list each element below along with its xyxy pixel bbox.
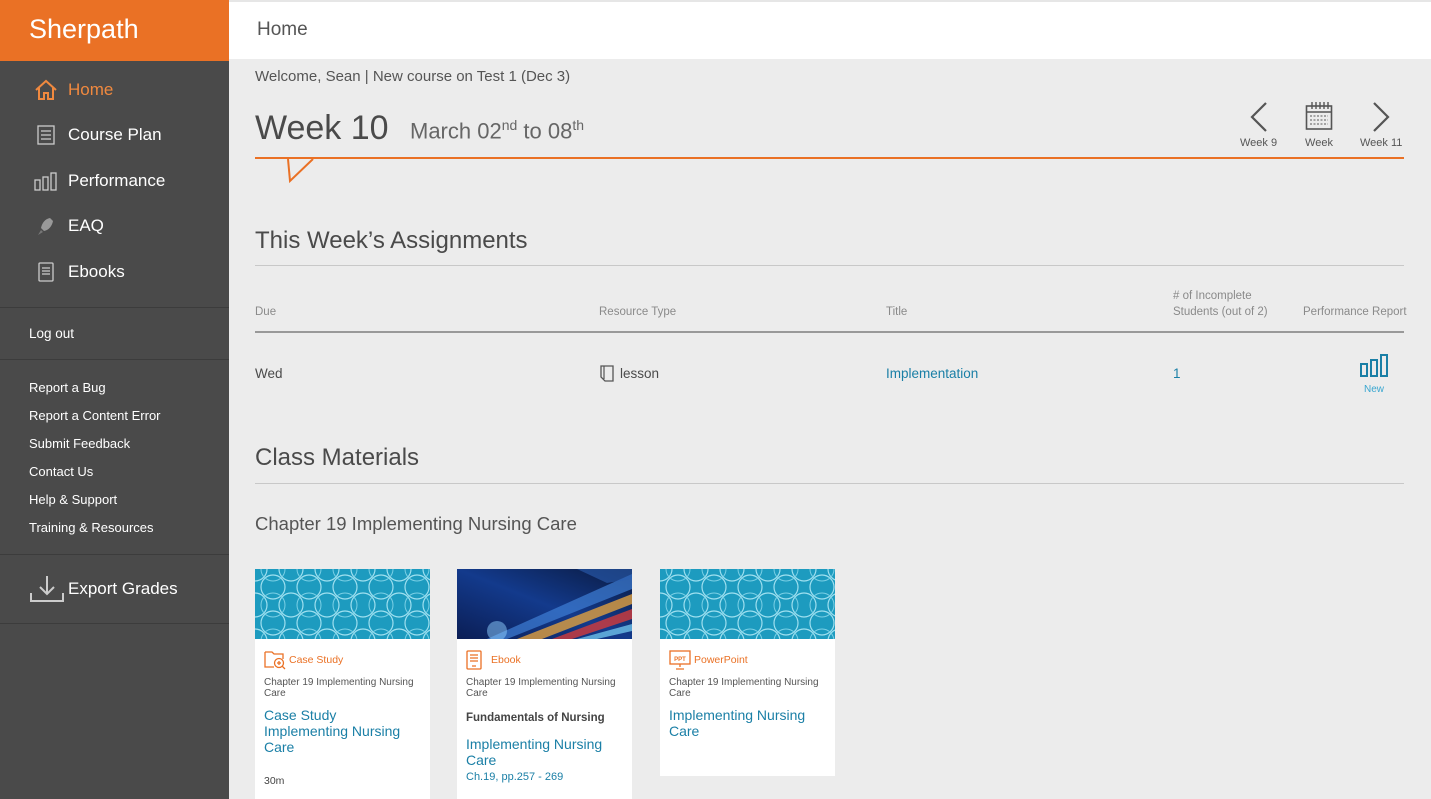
bar-chart-icon — [34, 169, 58, 193]
nav-label-course-plan: Course Plan — [68, 125, 162, 145]
card-type: Ebook — [466, 650, 623, 670]
sidebar-divider — [0, 622, 229, 624]
welcome-text: Welcome, Sean | New course on Test 1 (De… — [255, 68, 571, 85]
performance-report-button[interactable]: New — [1359, 354, 1389, 395]
assignments-heading: This Week’s Assignments — [255, 227, 528, 254]
case-study-icon — [264, 650, 286, 670]
nav-label-home: Home — [68, 79, 114, 99]
contact-us-link[interactable]: Contact Us — [29, 458, 229, 486]
download-icon — [29, 574, 65, 604]
export-grades-label: Export Grades — [68, 578, 178, 598]
submit-feedback-link[interactable]: Submit Feedback — [29, 430, 229, 458]
top-bar: Home — [229, 0, 1431, 59]
week-calendar-button[interactable]: Week — [1305, 101, 1333, 149]
class-materials-heading: Class Materials — [255, 444, 420, 471]
card-thumbnail — [255, 569, 430, 639]
card-title[interactable]: Implementing Nursing Care — [466, 736, 623, 768]
card-chapter: Chapter 19 Implementing Nursing Care — [669, 677, 819, 699]
row-due: Wed — [255, 366, 283, 381]
card-title[interactable]: Implementing Nursing Care — [669, 707, 826, 739]
assignment-title-link[interactable]: Implementation — [886, 366, 978, 381]
chevron-right-icon — [1373, 102, 1390, 132]
nav-label-eaq: EAQ — [68, 216, 104, 236]
chapter-heading: Chapter 19 Implementing Nursing Care — [255, 513, 577, 534]
card-thumbnail — [457, 569, 632, 639]
report-content-error-link[interactable]: Report a Content Error — [29, 402, 229, 430]
incomplete-count-link[interactable]: 1 — [1173, 366, 1181, 381]
nav-item-course-plan[interactable]: Course Plan — [0, 113, 229, 159]
lesson-icon — [600, 365, 614, 382]
week-title: Week 10 — [255, 109, 389, 147]
report-bug-link[interactable]: Report a Bug — [29, 374, 229, 402]
class-materials-rule — [255, 483, 1404, 484]
ppt-icon: PPT — [669, 650, 691, 670]
week-divider-notch — [287, 158, 314, 184]
calendar-icon — [1305, 102, 1333, 130]
week-date-range: March 02nd to 08th — [410, 117, 585, 144]
nav-item-ebooks[interactable]: Ebooks — [0, 249, 229, 295]
next-week-label: Week 11 — [1360, 137, 1403, 149]
sidebar: Sherpath Home Course Plan Performance EA… — [0, 0, 229, 799]
page-title: Home — [257, 19, 308, 40]
assignments-rule — [255, 265, 1404, 266]
card-pages[interactable]: Ch.19, pp.257 - 269 — [466, 771, 623, 783]
chevron-left-icon — [1249, 102, 1267, 132]
material-card-case-study[interactable]: Case Study Chapter 19 Implementing Nursi… — [255, 569, 430, 799]
nav-item-eaq[interactable]: EAQ — [0, 204, 229, 250]
nav-item-home[interactable]: Home — [0, 67, 229, 113]
row-resource-type: lesson — [600, 365, 659, 382]
ebook-icon — [34, 260, 58, 284]
col-incomplete: # of Incomplete Students (out of 2) — [1173, 290, 1268, 318]
bar-chart-icon — [1360, 354, 1388, 377]
card-type: PPT PowerPoint — [669, 650, 826, 670]
table-header-rule — [255, 331, 1404, 333]
svg-text:PPT: PPT — [674, 657, 686, 663]
nav-label-performance: Performance — [68, 170, 166, 190]
card-chapter: Chapter 19 Implementing Nursing Care — [466, 677, 616, 699]
card-type: Case Study — [264, 650, 421, 670]
nav-label-ebooks: Ebooks — [68, 261, 125, 281]
prev-week-label: Week 9 — [1240, 137, 1278, 149]
week-divider — [255, 157, 1404, 159]
col-performance-report: Performance Report — [1303, 306, 1407, 318]
card-duration: 30m — [264, 775, 285, 787]
home-icon — [34, 78, 58, 102]
col-due: Due — [255, 306, 277, 318]
ebook-icon — [466, 650, 488, 670]
next-week-button[interactable]: Week 11 — [1360, 101, 1402, 149]
col-title: Title — [886, 306, 908, 318]
week-calendar-label: Week — [1305, 137, 1333, 149]
material-card-powerpoint[interactable]: PPT PowerPoint Chapter 19 Implementing N… — [660, 569, 835, 776]
support-links: Report a Bug Report a Content Error Subm… — [0, 360, 229, 554]
nav-item-performance[interactable]: Performance — [0, 158, 229, 204]
card-chapter: Chapter 19 Implementing Nursing Care — [264, 677, 414, 699]
new-badge: New — [1363, 384, 1384, 395]
brand-logo[interactable]: Sherpath — [0, 0, 229, 61]
help-support-link[interactable]: Help & Support — [29, 486, 229, 514]
list-icon — [34, 123, 58, 147]
rocket-icon — [34, 214, 58, 238]
card-thumbnail — [660, 569, 835, 639]
main-nav: Home Course Plan Performance EAQ Ebooks — [0, 61, 229, 295]
training-resources-link[interactable]: Training & Resources — [29, 514, 229, 542]
card-book-title: Fundamentals of Nursing — [466, 712, 605, 724]
card-title[interactable]: Case Study Implementing Nursing Care — [264, 707, 421, 755]
prev-week-button[interactable]: Week 9 — [1240, 101, 1277, 149]
logout-link[interactable]: Log out — [0, 308, 229, 359]
material-card-ebook[interactable]: Ebook Chapter 19 Implementing Nursing Ca… — [457, 569, 632, 799]
col-resource-type: Resource Type — [599, 306, 677, 318]
export-grades-button[interactable]: Export Grades — [0, 555, 229, 623]
